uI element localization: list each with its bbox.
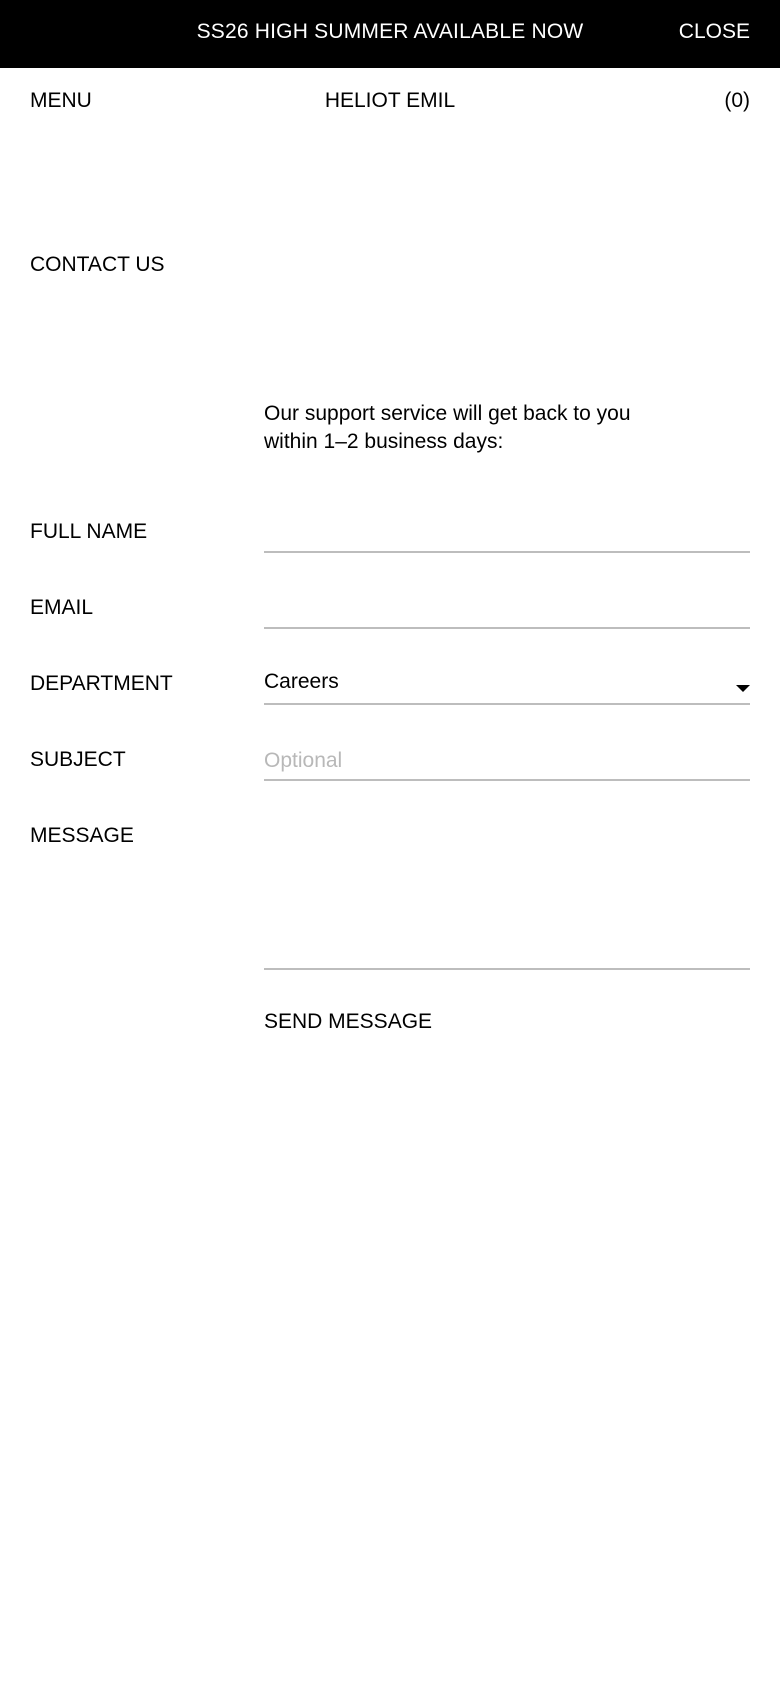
department-label: DEPARTMENT — [30, 672, 173, 695]
close-banner-button[interactable]: CLOSE — [679, 20, 750, 44]
subject-field[interactable] — [264, 743, 750, 781]
send-message-button[interactable]: SEND MESSAGE — [264, 1010, 432, 1034]
chevron-down-icon — [736, 685, 750, 692]
message-label: MESSAGE — [30, 824, 134, 847]
email-field[interactable] — [264, 591, 750, 629]
menu-button[interactable]: MENU — [30, 89, 92, 113]
department-select[interactable]: Careers — [264, 667, 750, 705]
page-title: CONTACT US — [30, 253, 165, 276]
full-name-field[interactable] — [264, 515, 750, 553]
site-header: MENU HELIOT EMIL (0) — [0, 68, 780, 136]
department-selected-value: Careers — [264, 670, 339, 693]
announcement-text[interactable]: SS26 HIGH SUMMER AVAILABLE NOW — [0, 20, 780, 44]
brand-logo-wrap: HELIOT EMIL — [0, 89, 780, 113]
cart-button[interactable]: (0) — [724, 89, 750, 113]
brand-logo[interactable]: HELIOT EMIL — [325, 89, 455, 112]
subject-label: SUBJECT — [30, 748, 126, 771]
email-label: EMAIL — [30, 596, 94, 619]
full-name-label: FULL NAME — [30, 520, 148, 543]
announcement-banner: SS26 HIGH SUMMER AVAILABLE NOW CLOSE — [0, 0, 780, 68]
message-field[interactable] — [264, 819, 750, 970]
intro-text: Our support service will get back to you… — [264, 402, 631, 453]
